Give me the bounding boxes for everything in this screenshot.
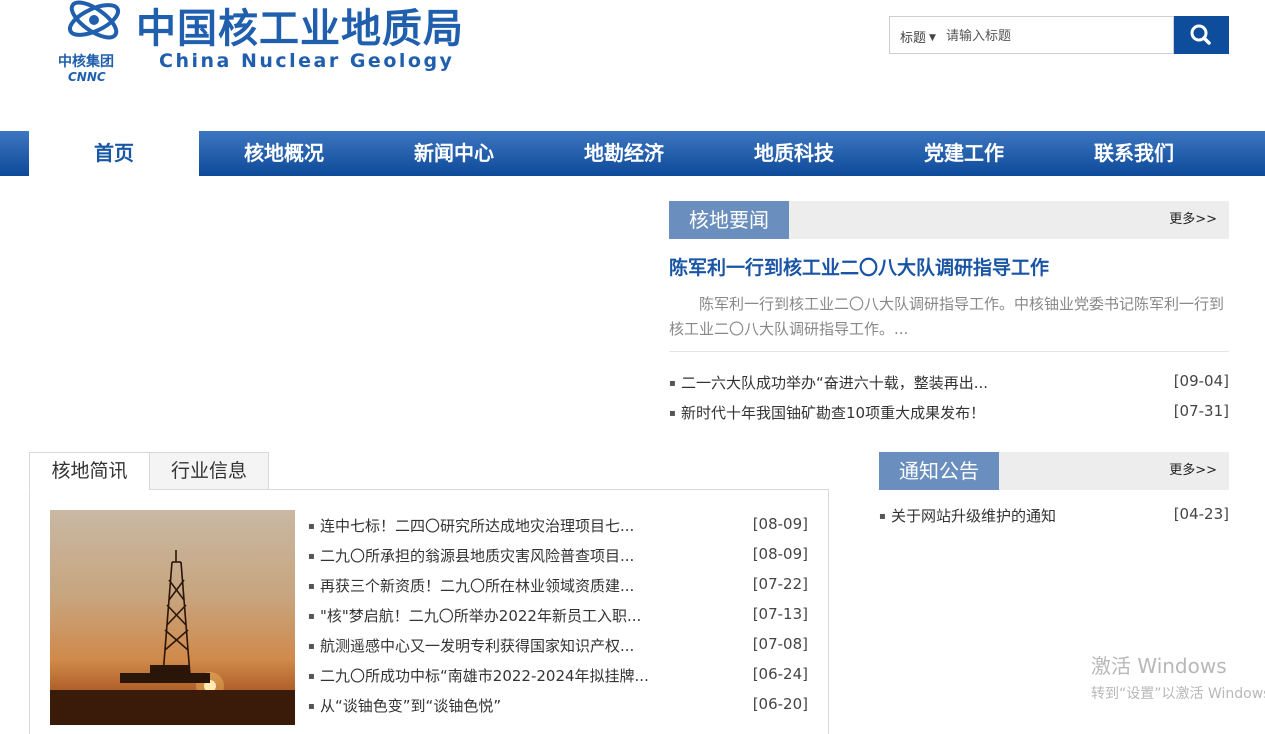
list-item[interactable]: ▪ 二九〇所成功中标“南雄市2022-2024年拟挂牌... [06-24] bbox=[308, 665, 808, 687]
list-item[interactable]: ▪ 航测遥感中心又一发明专利获得国家知识产权... [07-08] bbox=[308, 635, 808, 657]
search-field-select[interactable]: 标题 ▼ bbox=[900, 27, 936, 46]
main-nav: 首页 核地概况 新闻中心 地勘经济 地质科技 党建工作 联系我们 bbox=[0, 131, 1265, 176]
watermark-line-2: 转到“设置”以激活 Windows。 bbox=[1091, 686, 1265, 702]
nav-item-news-center[interactable]: 新闻中心 bbox=[369, 131, 539, 176]
bullet-icon: ▪ bbox=[308, 671, 315, 682]
list-item[interactable]: ▪ 连中七标！二四〇研究所达成地灾治理项目七... [08-09] bbox=[308, 515, 808, 537]
search-input[interactable] bbox=[946, 24, 1166, 48]
news-title[interactable]: 新时代十年我国铀矿勘查10项重大成果发布！ bbox=[681, 404, 985, 422]
list-item[interactable]: ▪ 二一六大队成功举办“奋进六十载，整装再出... [09-04] bbox=[669, 372, 1229, 394]
news-date: [09-04] bbox=[1173, 372, 1229, 390]
news-date: [07-22] bbox=[752, 575, 808, 593]
news-date: [06-20] bbox=[752, 695, 808, 713]
news-title[interactable]: 连中七标！二四〇研究所达成地灾治理项目七... bbox=[320, 517, 634, 535]
news-photo-drilling-rig-sunset[interactable] bbox=[50, 510, 295, 725]
bullet-icon: ▪ bbox=[669, 408, 676, 419]
bullet-icon: ▪ bbox=[879, 511, 886, 522]
nav-item-economy[interactable]: 地勘经济 bbox=[539, 131, 709, 176]
search-button[interactable] bbox=[1174, 16, 1229, 54]
cnnc-logo-emblem: 中核集团 CNNC bbox=[58, 0, 121, 84]
news-title[interactable]: 再获三个新资质！二九〇所在林业领域资质建... bbox=[320, 577, 634, 595]
key-news-summary: 陈军利一行到核工业二〇八大队调研指导工作。中核铀业党委书记陈军利一行到核工业二〇… bbox=[669, 295, 1225, 338]
list-item[interactable]: ▪ 从“谈铀色变”到“谈铀色悦” [06-20] bbox=[308, 695, 808, 717]
key-news-header: 核地要闻 更多>> bbox=[669, 201, 1229, 239]
list-item[interactable]: ▪ 二九〇所承担的翁源县地质灾害风险普查项目... [08-09] bbox=[308, 545, 808, 567]
notice-item-date: [04-23] bbox=[1173, 505, 1229, 523]
news-title[interactable]: 从“谈铀色变”到“谈铀色悦” bbox=[320, 697, 501, 715]
key-news-more-link[interactable]: 更多>> bbox=[1169, 201, 1217, 239]
notice-item-title[interactable]: 关于网站升级维护的通知 bbox=[891, 507, 1056, 525]
watermark-line-1: 激活 Windows bbox=[1091, 654, 1227, 678]
divider bbox=[669, 351, 1229, 352]
news-date: [08-09] bbox=[752, 545, 808, 563]
notice-more-link[interactable]: 更多>> bbox=[1169, 452, 1217, 490]
key-news-title: 核地要闻 bbox=[669, 201, 789, 239]
news-date: [07-31] bbox=[1173, 402, 1229, 420]
bullet-icon: ▪ bbox=[308, 641, 315, 652]
key-news-headline[interactable]: 陈军利一行到核工业二〇八大队调研指导工作 bbox=[669, 253, 1049, 280]
tab-bar: 核地简讯 行业信息 bbox=[29, 452, 829, 490]
site-title-cn: 中国核工业地质局 bbox=[136, 6, 464, 52]
bullet-icon: ▪ bbox=[669, 378, 676, 389]
search-icon bbox=[1190, 24, 1211, 45]
list-item[interactable]: ▪ 再获三个新资质！二九〇所在林业领域资质建... [07-22] bbox=[308, 575, 808, 597]
tab-brief-news[interactable]: 核地简讯 bbox=[29, 452, 150, 490]
bullet-icon: ▪ bbox=[308, 611, 315, 622]
search-bar: 标题 ▼ bbox=[889, 16, 1229, 54]
search-field-label: 标题 bbox=[900, 31, 927, 46]
news-date: [07-08] bbox=[752, 635, 808, 653]
tab-industry-info[interactable]: 行业信息 bbox=[149, 452, 269, 490]
logo-sub-en: CNNC bbox=[68, 70, 106, 84]
bullet-icon: ▪ bbox=[308, 581, 315, 592]
notice-header: 通知公告 更多>> bbox=[879, 452, 1229, 490]
bullet-icon: ▪ bbox=[308, 551, 315, 562]
nav-item-technology[interactable]: 地质科技 bbox=[709, 131, 879, 176]
news-date: [08-09] bbox=[752, 515, 808, 533]
site-title-en: China Nuclear Geology bbox=[159, 50, 455, 72]
news-title[interactable]: 二一六大队成功举办“奋进六十载，整装再出... bbox=[681, 374, 988, 392]
news-title[interactable]: 航测遥感中心又一发明专利获得国家知识产权... bbox=[320, 637, 634, 655]
list-item[interactable]: ▪ 新时代十年我国铀矿勘查10项重大成果发布！ [07-31] bbox=[669, 402, 1229, 424]
logo-sub-cn: 中核集团 bbox=[58, 53, 114, 70]
site-logo[interactable]: 中核集团 CNNC 中国核工业地质局 China Nuclear Geology bbox=[56, 0, 466, 90]
news-title[interactable]: 二九〇所成功中标“南雄市2022-2024年拟挂牌... bbox=[320, 667, 649, 685]
caret-down-icon: ▼ bbox=[929, 33, 936, 43]
notice-title: 通知公告 bbox=[879, 452, 999, 490]
news-date: [07-13] bbox=[752, 605, 808, 623]
list-item[interactable]: ▪ 关于网站升级维护的通知 [04-23] bbox=[879, 505, 1229, 527]
news-title[interactable]: 二九〇所承担的翁源县地质灾害风险普查项目... bbox=[320, 547, 634, 565]
bullet-icon: ▪ bbox=[308, 521, 315, 532]
bullet-icon: ▪ bbox=[308, 701, 315, 712]
nav-item-home[interactable]: 首页 bbox=[29, 131, 199, 176]
search-box: 标题 ▼ bbox=[889, 16, 1174, 54]
news-title[interactable]: "核"梦启航！二九〇所举办2022年新员工入职... bbox=[320, 607, 641, 625]
list-item[interactable]: ▪ "核"梦启航！二九〇所举办2022年新员工入职... [07-13] bbox=[308, 605, 808, 627]
drilling-rig-image bbox=[50, 550, 295, 725]
nav-item-contact[interactable]: 联系我们 bbox=[1049, 131, 1219, 176]
windows-activation-watermark: 激活 Windows 转到“设置”以激活 Windows。 bbox=[1091, 650, 1265, 703]
nav-item-party-building[interactable]: 党建工作 bbox=[879, 131, 1049, 176]
news-date: [06-24] bbox=[752, 665, 808, 683]
nav-item-overview[interactable]: 核地概况 bbox=[199, 131, 369, 176]
